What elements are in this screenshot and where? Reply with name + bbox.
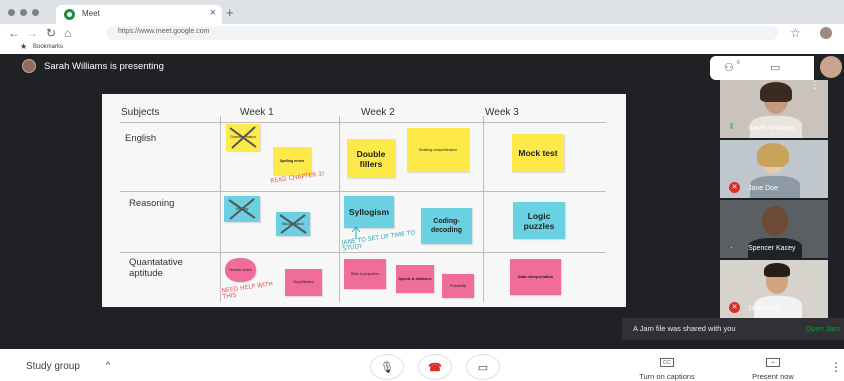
meeting-controls-bar: Study group ^ 🎙 ☎ ▭ CC Turn on captions … bbox=[0, 349, 844, 381]
grid-line bbox=[120, 122, 606, 123]
sticky-note[interactable]: Speed & distance bbox=[396, 265, 434, 293]
chat-icon[interactable]: ▭ bbox=[770, 61, 780, 74]
column-header-week-2: Week 2 bbox=[361, 107, 395, 118]
participant-name: Spencer Kacey bbox=[748, 245, 796, 252]
url-text: https://www.meet.google.com bbox=[118, 28, 210, 35]
grid-line bbox=[220, 116, 221, 302]
address-bar[interactable]: https://www.meet.google.com bbox=[106, 26, 778, 40]
people-count: 6 bbox=[737, 60, 740, 66]
sticky-note[interactable]: Number series bbox=[225, 258, 256, 282]
grid-line bbox=[120, 252, 606, 253]
sticky-note[interactable]: Probability bbox=[442, 274, 474, 298]
row-header-english: English bbox=[125, 133, 157, 144]
more-options-icon[interactable]: ⋮ bbox=[810, 80, 820, 91]
sticky-note[interactable]: Syllogism bbox=[344, 196, 394, 228]
home-icon[interactable]: ⌂ bbox=[64, 25, 71, 41]
present-icon: + bbox=[766, 358, 780, 367]
column-header-week-1: Week 1 bbox=[240, 107, 274, 118]
back-icon[interactable]: ← bbox=[8, 25, 20, 41]
participant-hair bbox=[760, 82, 792, 102]
meet-stage: Sarah Williams is presenting Subjects We… bbox=[0, 54, 844, 349]
participant-hair bbox=[757, 143, 789, 167]
mic-icon: · bbox=[730, 243, 733, 252]
mic-off-icon: ✕ bbox=[729, 182, 740, 193]
tab-close-icon[interactable]: × bbox=[210, 7, 216, 19]
participant-face bbox=[762, 206, 788, 236]
people-icon[interactable]: ⚇ bbox=[724, 61, 734, 74]
cross-out-mark bbox=[279, 214, 307, 234]
participant-name: Jack Luan bbox=[748, 305, 780, 312]
chevron-up-icon[interactable]: ^ bbox=[106, 360, 110, 370]
self-view-thumbnail[interactable] bbox=[820, 56, 842, 78]
sticky-note[interactable]: Logic puzzles bbox=[513, 202, 565, 239]
cross-out-mark bbox=[229, 126, 257, 149]
new-tab-icon[interactable]: + bbox=[226, 5, 234, 20]
tab-title: Meet bbox=[82, 9, 100, 18]
camera-button[interactable]: ▭ bbox=[466, 354, 500, 380]
participant-hair bbox=[764, 263, 790, 277]
handwritten-note: NEED HELP WITH THIS bbox=[221, 280, 274, 301]
forward-icon[interactable]: → bbox=[26, 25, 38, 41]
row-header-reasoning: Reasoning bbox=[129, 198, 175, 209]
participant-name: Sarah Williams bbox=[748, 125, 795, 132]
sticky-note[interactable]: Mock test bbox=[512, 134, 564, 172]
mic-off-icon: ✕ bbox=[729, 302, 740, 313]
minimize-window-icon[interactable] bbox=[20, 9, 27, 16]
row-header-quantitative-aptitude: Quantatative aptitude bbox=[129, 257, 183, 279]
microphone-icon: 🎙 bbox=[380, 362, 394, 374]
sticky-note[interactable]: Reading comprehension bbox=[407, 128, 469, 172]
participant-tile[interactable]: ✕ Jane Doe bbox=[720, 140, 828, 198]
star-icon[interactable]: ☆ bbox=[790, 25, 801, 41]
participants-panel: ⚇ 6 ▭ ⦀ Sarah Williams ⋮ ✕ Jane Doe · Sp… bbox=[710, 54, 844, 349]
sticky-note[interactable]: Double fillers bbox=[347, 139, 395, 178]
grid-line bbox=[120, 191, 606, 192]
browser-tab[interactable]: Meet × bbox=[56, 5, 222, 24]
toast-message: A Jam file was shared with you bbox=[633, 324, 736, 333]
grid-line bbox=[339, 116, 340, 302]
open-jam-link[interactable]: Open Jam bbox=[805, 324, 840, 333]
bookmark-star-icon: ★ bbox=[20, 42, 28, 51]
hang-up-icon: ☎ bbox=[428, 362, 442, 374]
sticky-note[interactable]: Data interpretation bbox=[510, 259, 561, 295]
close-window-icon[interactable] bbox=[8, 9, 15, 16]
participant-tile[interactable]: ⦀ Sarah Williams ⋮ bbox=[720, 80, 828, 138]
presenter-text: Sarah Williams is presenting bbox=[44, 60, 164, 72]
window-controls[interactable] bbox=[8, 9, 39, 16]
browser-tab-bar: Meet × + bbox=[0, 0, 844, 24]
profile-icon[interactable] bbox=[820, 27, 832, 39]
column-header-week-3: Week 3 bbox=[485, 107, 519, 118]
jamboard-whiteboard: Subjects Week 1 Week 2 Week 3 English Re… bbox=[102, 94, 626, 307]
grid-line bbox=[483, 116, 484, 302]
bookmarks-label[interactable]: Bookmarks bbox=[33, 44, 63, 50]
participant-name: Jane Doe bbox=[748, 185, 778, 192]
cross-out-mark bbox=[228, 198, 256, 220]
bookmarks-bar: ★ Bookmarks bbox=[0, 42, 844, 54]
present-now-button[interactable]: + Present now bbox=[728, 358, 818, 381]
captions-icon: CC bbox=[660, 358, 674, 367]
participant-tile[interactable]: · Spencer Kacey bbox=[720, 200, 828, 258]
presenter-bar: Sarah Williams is presenting bbox=[22, 59, 164, 73]
microphone-button[interactable]: 🎙 bbox=[370, 354, 404, 380]
sticky-note[interactable]: Spelling errors bbox=[273, 147, 311, 175]
meet-logo-icon bbox=[64, 9, 75, 20]
maximize-window-icon[interactable] bbox=[32, 9, 39, 16]
leave-call-button[interactable]: ☎ bbox=[418, 354, 452, 380]
sticky-note[interactable]: Simplification bbox=[285, 269, 322, 296]
reload-icon[interactable]: ↻ bbox=[46, 25, 56, 41]
side-panel-tabs: ⚇ 6 ▭ bbox=[710, 56, 814, 80]
column-header-subjects: Subjects bbox=[121, 107, 160, 118]
meeting-name[interactable]: Study group bbox=[26, 361, 80, 372]
sticky-note[interactable]: Coding-decoding bbox=[421, 208, 472, 244]
speaking-icon: ⦀ bbox=[730, 122, 734, 131]
camera-icon: ▭ bbox=[477, 362, 489, 374]
sticky-note[interactable]: Ratio & proportion bbox=[344, 259, 386, 289]
more-options-icon[interactable]: ⋮ bbox=[830, 360, 842, 374]
jam-shared-toast: A Jam file was shared with you Open Jam bbox=[622, 318, 844, 340]
captions-button[interactable]: CC Turn on captions bbox=[622, 358, 712, 381]
participant-tile[interactable]: ✕ Jack Luan bbox=[720, 260, 828, 318]
browser-nav-bar: ← → ↻ ⌂ https://www.meet.google.com ☆ bbox=[0, 24, 844, 42]
presenter-avatar bbox=[22, 59, 36, 73]
